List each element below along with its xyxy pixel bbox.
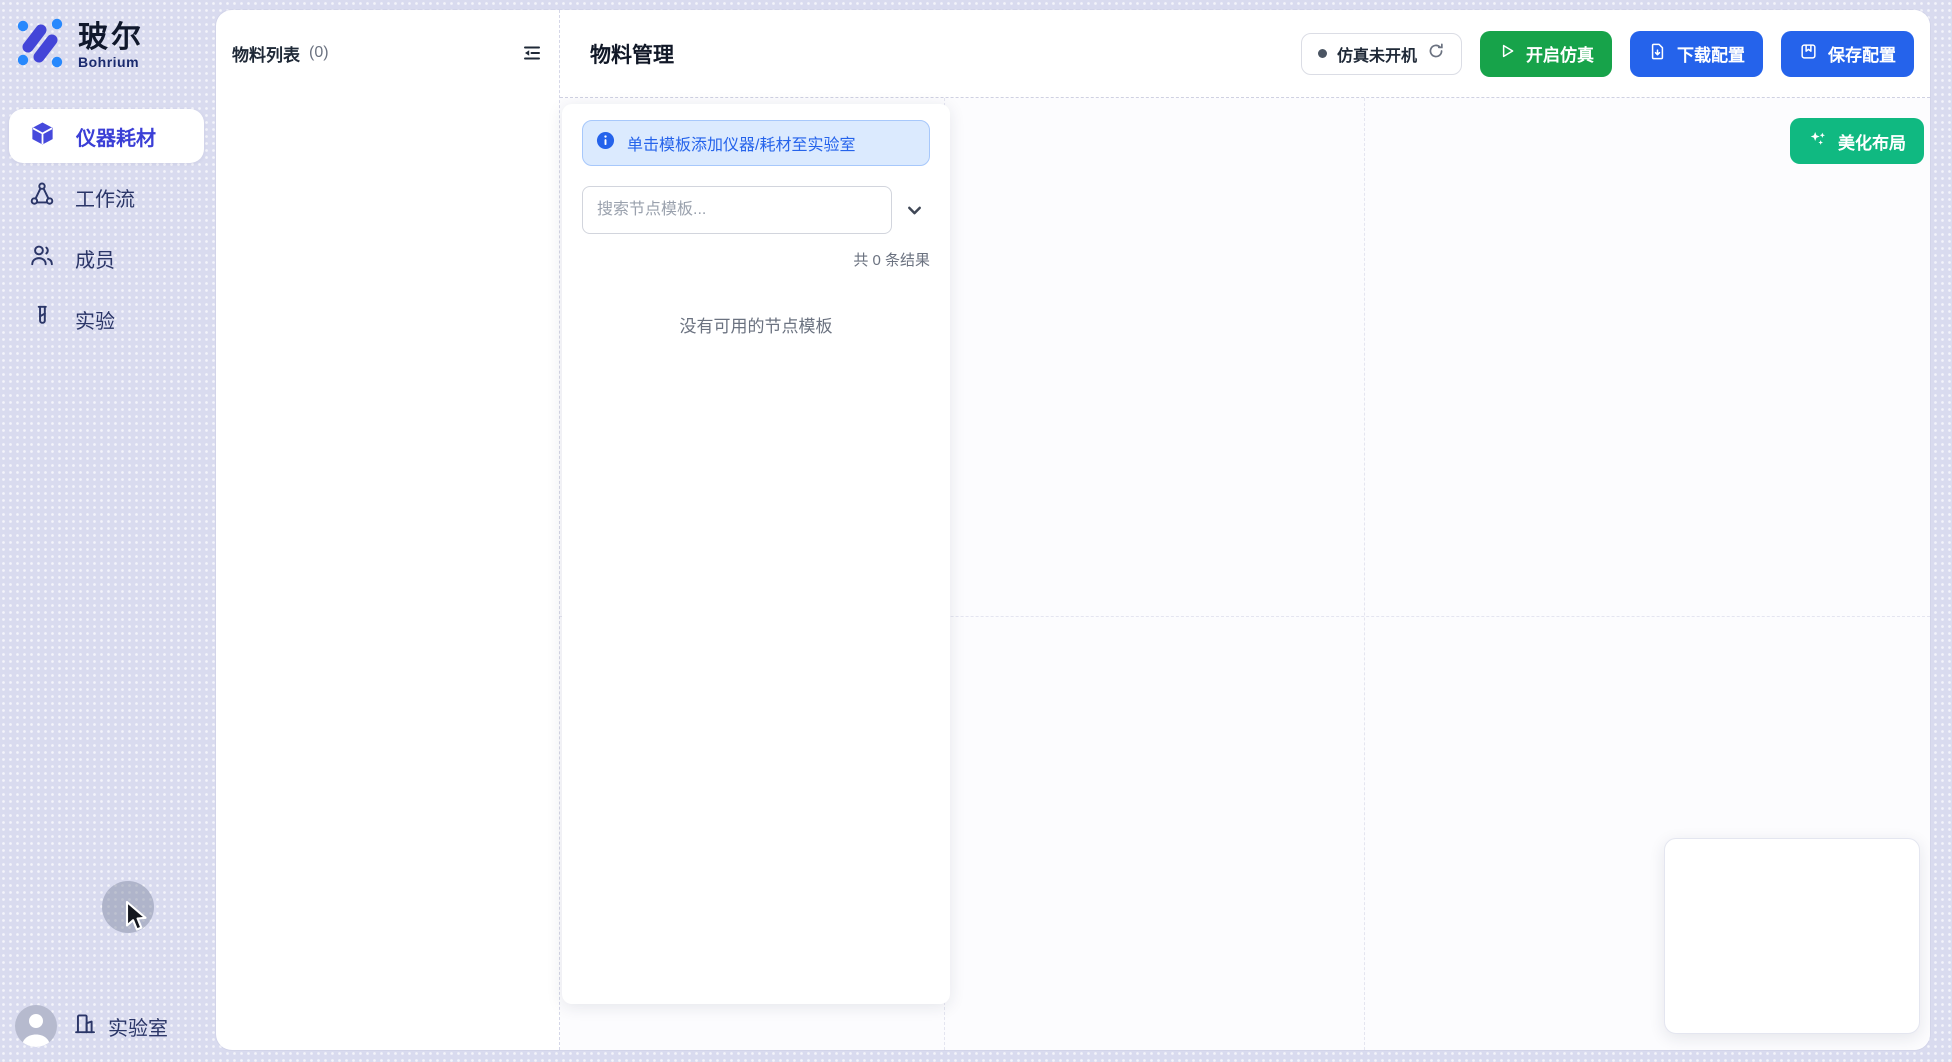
status-dot-icon [1318, 49, 1327, 58]
banner-text: 单击模板添加仪器/耗材至实验室 [627, 131, 855, 155]
empty-template-message: 没有可用的节点模板 [582, 312, 930, 337]
material-list-count: (0) [309, 44, 329, 62]
sidebar-item-members[interactable]: 成员 [9, 231, 204, 285]
content-card: 物料列表 (0) 物料管理 仿真未开机 [216, 10, 1930, 1050]
play-icon [1498, 42, 1516, 65]
collapse-panel-icon[interactable] [519, 40, 545, 66]
sidebar-footer: 实验室 [15, 1005, 168, 1047]
save-icon [1799, 42, 1818, 66]
start-simulation-button[interactable]: 开启仿真 [1480, 31, 1612, 77]
members-icon [29, 242, 55, 274]
material-list-title: 物料列表 [232, 41, 300, 66]
sparkles-icon [1808, 129, 1828, 154]
node-template-panel: 单击模板添加仪器/耗材至实验室 共 0 条结果 没有可用的节点模板 [562, 104, 950, 1004]
status-label: 仿真未开机 [1337, 42, 1417, 66]
avatar[interactable] [15, 1005, 57, 1047]
simulation-status-pill[interactable]: 仿真未开机 [1301, 33, 1462, 75]
sidebar-item-workflow[interactable]: 工作流 [9, 170, 204, 224]
refresh-icon[interactable] [1427, 42, 1445, 65]
template-hint-banner: 单击模板添加仪器/耗材至实验室 [582, 120, 930, 166]
main-area: 物料管理 仿真未开机 [560, 10, 1930, 1050]
main-header: 物料管理 仿真未开机 [560, 10, 1930, 98]
sidebar-item-label: 实验 [75, 305, 115, 334]
material-list-panel: 物料列表 (0) [216, 10, 560, 1050]
beautify-layout-button[interactable]: 美化布局 [1790, 118, 1924, 164]
brand-subtitle: Bohrium [78, 54, 144, 70]
lab-link[interactable]: 实验室 [72, 1010, 168, 1042]
download-config-button[interactable]: 下载配置 [1630, 31, 1763, 77]
sidebar-nav: 仪器耗材 工作流 成员 [0, 109, 213, 346]
cube-icon [29, 120, 56, 153]
test-tube-icon [29, 303, 55, 335]
sidebar: 玻尔 Bohrium 仪器耗材 工作流 [0, 0, 213, 1062]
brand-name: 玻尔 [78, 21, 144, 54]
info-icon [596, 131, 615, 155]
building-icon [72, 1010, 98, 1042]
sidebar-item-label: 成员 [75, 244, 115, 273]
brand-logo: 玻尔 Bohrium [0, 0, 213, 75]
sidebar-item-label: 仪器耗材 [76, 122, 156, 151]
sidebar-item-label: 工作流 [75, 183, 135, 212]
result-count: 共 0 条结果 [582, 249, 930, 270]
save-config-button[interactable]: 保存配置 [1781, 31, 1914, 77]
workflow-icon [29, 181, 55, 213]
lab-label: 实验室 [108, 1012, 168, 1041]
flow-canvas[interactable]: 单击模板添加仪器/耗材至实验室 共 0 条结果 没有可用的节点模板 [560, 98, 1930, 1050]
sidebar-item-experiments[interactable]: 实验 [9, 292, 204, 346]
chevron-down-icon[interactable] [905, 201, 924, 220]
bohrium-logo-icon [15, 16, 65, 75]
minimap[interactable] [1664, 838, 1920, 1034]
page-title: 物料管理 [590, 39, 674, 69]
canvas-gridline [1364, 98, 1365, 1050]
download-file-icon [1648, 42, 1667, 66]
sidebar-item-instruments[interactable]: 仪器耗材 [9, 109, 204, 163]
search-template-input[interactable] [582, 186, 892, 234]
